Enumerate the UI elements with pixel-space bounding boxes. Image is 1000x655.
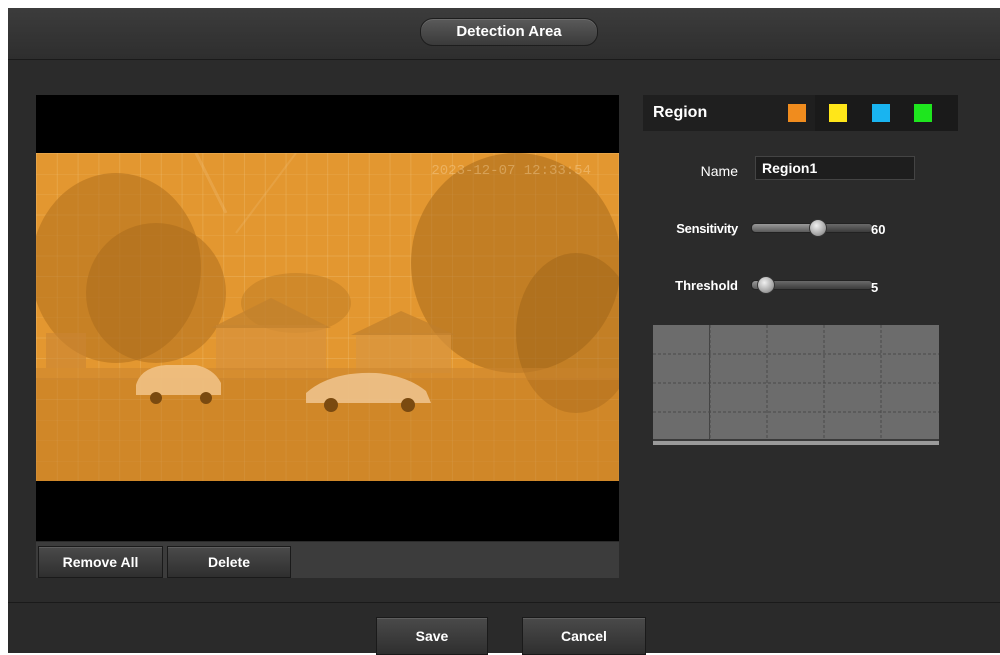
region-selector: Region [643,95,958,131]
sensitivity-slider-thumb[interactable] [809,219,827,237]
cancel-button[interactable]: Cancel [522,617,646,655]
region-label: Region [653,104,708,121]
footer-bar: Save Cancel [8,602,1000,655]
region-color-yellow[interactable] [829,104,847,122]
delete-button[interactable]: Delete [167,546,291,578]
window-title: Detection Area [420,18,598,46]
motion-level-graph [653,325,939,445]
region-color-group [815,95,958,131]
remove-all-button[interactable]: Remove All [38,546,163,578]
video-preview-panel: 2023-12-07 12:33:54 [36,95,619,541]
threshold-slider-thumb[interactable] [757,276,775,294]
detection-grid[interactable]: 2023-12-07 12:33:54 [36,153,619,481]
region-color-orange[interactable] [788,104,806,122]
threshold-value: 5 [871,280,879,295]
threshold-label: Threshold [675,278,738,293]
camera-scene [36,153,619,481]
sensitivity-value: 60 [871,222,886,237]
motion-graph-grid [653,325,939,445]
region-color-cyan[interactable] [872,104,890,122]
region-color-green[interactable] [914,104,932,122]
save-button[interactable]: Save [376,617,488,655]
detection-area-window: Detection Area 2023-12-07 12:33:54 Remov… [8,8,1000,655]
video-toolbar: Remove All Delete [36,542,619,578]
sensitivity-label: Sensitivity [676,221,738,236]
title-bar: Detection Area [8,8,1000,60]
name-label: Name [700,163,738,179]
region-name-input[interactable] [755,156,915,180]
timestamp-overlay: 2023-12-07 12:33:54 [431,163,591,179]
